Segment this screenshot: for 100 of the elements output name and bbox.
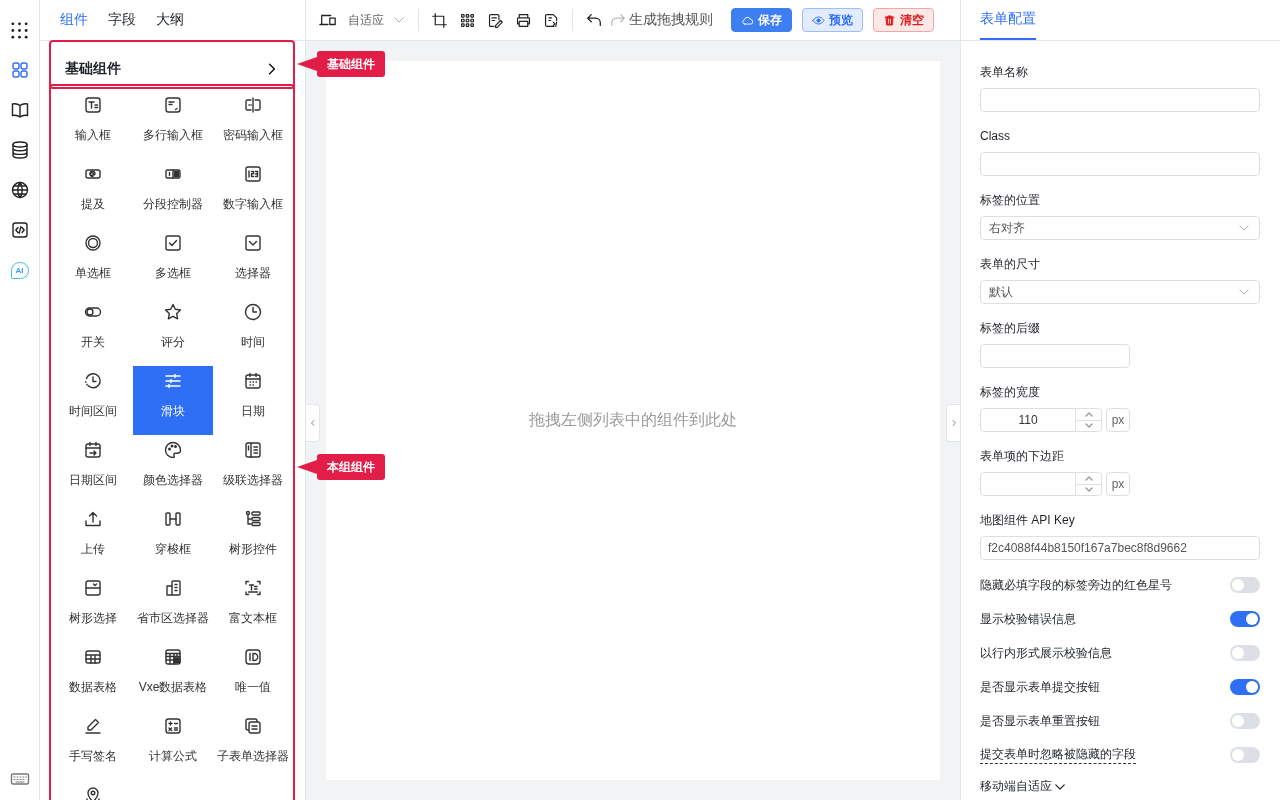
toggle-switch[interactable] xyxy=(1230,747,1260,763)
database-icon[interactable] xyxy=(9,140,30,160)
callout-label: 基础组件 xyxy=(297,51,385,77)
setting-label: 提交表单时忽略被隐藏的字段 xyxy=(980,746,1136,764)
field-label: 表单项的下边距 xyxy=(980,449,1065,463)
field-label: 表单名称 xyxy=(980,65,1029,79)
clear-button[interactable]: 清空 xyxy=(873,8,934,32)
cascader-icon xyxy=(243,440,263,460)
table-icon xyxy=(83,647,103,667)
components-icon[interactable] xyxy=(9,60,30,80)
setting-label: 以行内形式展示校验信息 xyxy=(980,644,1112,662)
component-item[interactable]: 选择器 xyxy=(213,228,293,297)
unit-label: px xyxy=(1106,408,1130,432)
toggle-switch[interactable] xyxy=(1230,713,1260,729)
component-item[interactable]: 唯一值 xyxy=(213,642,293,711)
panel-tab[interactable]: 大纲 xyxy=(156,7,184,33)
globe-icon[interactable] xyxy=(9,180,30,200)
number-field[interactable] xyxy=(980,472,1102,496)
component-item[interactable]: 时间区间 xyxy=(53,366,133,435)
component-item[interactable]: 多行输入框 xyxy=(133,90,213,159)
group-title: 基础组件 xyxy=(65,59,121,78)
component-item[interactable]: 子表单选择器 xyxy=(213,711,293,780)
component-item[interactable]: 单选框 xyxy=(53,228,133,297)
component-item[interactable]: 提及 xyxy=(53,159,133,228)
edit-icon[interactable] xyxy=(487,11,504,29)
component-item[interactable]: 日期 xyxy=(213,366,293,435)
component-item[interactable]: 树形选择 xyxy=(53,573,133,642)
stacked-pages-icon xyxy=(243,716,263,736)
increment-icon xyxy=(1084,411,1093,417)
component-item[interactable]: 数据表格 xyxy=(53,642,133,711)
field-label: 地图组件 API Key xyxy=(980,513,1076,527)
config-tab[interactable]: 表单配置 xyxy=(980,10,1036,40)
component-item[interactable]: 富文本框 xyxy=(213,573,293,642)
save-button[interactable]: 保存 xyxy=(731,8,792,32)
text-field[interactable] xyxy=(980,344,1130,368)
building-icon xyxy=(163,578,183,598)
script-icon[interactable] xyxy=(543,11,560,29)
dropdown-icon xyxy=(243,233,263,253)
code-icon[interactable] xyxy=(9,220,30,240)
crop-icon[interactable] xyxy=(431,11,448,29)
toggle-switch[interactable] xyxy=(1230,577,1260,593)
component-item[interactable]: 日期区间 xyxy=(53,435,133,504)
select-field[interactable]: 右对齐 xyxy=(980,216,1260,240)
component-item[interactable]: 手写签名 xyxy=(53,711,133,780)
pencil-icon xyxy=(83,716,103,736)
textarea-icon xyxy=(163,95,183,115)
toggle-switch[interactable] xyxy=(1230,679,1260,695)
component-item[interactable]: 密码输入框 xyxy=(213,90,293,159)
component-item[interactable]: 穿梭框 xyxy=(133,504,213,573)
undo-icon[interactable] xyxy=(585,11,603,29)
text-field[interactable] xyxy=(980,152,1260,176)
mobile-adapt-toggle[interactable]: 移动端自适应 xyxy=(980,778,1260,795)
number-field[interactable]: 110 xyxy=(980,408,1102,432)
component-item[interactable]: 省市区选择器 xyxy=(133,573,213,642)
select-field[interactable]: 默认 xyxy=(980,280,1260,304)
component-item[interactable]: 开关 xyxy=(53,297,133,366)
calendar-icon xyxy=(243,371,263,391)
tree-icon xyxy=(243,509,263,529)
history-clock-icon xyxy=(83,371,103,391)
tree-select-icon xyxy=(83,578,103,598)
component-item[interactable]: 输入框 xyxy=(53,90,133,159)
group-header[interactable]: 基础组件 xyxy=(51,50,294,87)
field-label: 标签的后缀 xyxy=(980,321,1041,335)
component-item[interactable]: 时间 xyxy=(213,297,293,366)
component-item[interactable]: Vxe数据表格 xyxy=(133,642,213,711)
component-item[interactable]: 滑块 xyxy=(133,366,213,435)
printer-icon[interactable] xyxy=(515,11,532,29)
text-field[interactable] xyxy=(980,88,1260,112)
map-pin-icon xyxy=(83,785,103,800)
drop-hint: 拖拽左侧列表中的组件到此处 xyxy=(529,410,737,430)
component-item[interactable]: 树形控件 xyxy=(213,504,293,573)
preview-button[interactable]: 预览 xyxy=(802,8,863,32)
rich-text-icon xyxy=(243,578,263,598)
grid-icon[interactable] xyxy=(459,11,476,29)
component-item[interactable]: 数字输入框 xyxy=(213,159,293,228)
trash-icon xyxy=(883,13,896,27)
number-field-icon xyxy=(243,164,263,184)
panel-tab[interactable]: 字段 xyxy=(108,7,136,33)
clock-icon xyxy=(243,302,263,322)
device-select[interactable]: 自适应 xyxy=(348,11,406,29)
component-item[interactable]: 级联选择器 xyxy=(213,435,293,504)
setting-label: 显示校验错误信息 xyxy=(980,610,1076,628)
component-item[interactable]: 多选框 xyxy=(133,228,213,297)
component-item[interactable]: 颜色选择器 xyxy=(133,435,213,504)
book-icon[interactable] xyxy=(9,100,30,120)
apps-icon[interactable] xyxy=(10,20,29,40)
panel-tab[interactable]: 组件 xyxy=(60,7,88,33)
text-field[interactable]: f2c4088f44b8150f167a7bec8f8d9662 xyxy=(980,536,1260,560)
increment-icon xyxy=(1084,475,1093,481)
component-item[interactable]: 评分 xyxy=(133,297,213,366)
setting-label: 是否显示表单提交按钮 xyxy=(980,678,1100,696)
component-item[interactable]: 上传 xyxy=(53,504,133,573)
component-item[interactable]: 分段控制器 xyxy=(133,159,213,228)
toggle-switch[interactable] xyxy=(1230,645,1260,661)
radio-icon xyxy=(83,233,103,253)
generate-rules-link[interactable]: 生成拖拽规则 xyxy=(629,11,713,29)
toggle-switch[interactable] xyxy=(1230,611,1260,627)
component-item[interactable]: 计算公式 xyxy=(133,711,213,780)
calculator-icon xyxy=(163,716,183,736)
eye-icon xyxy=(812,13,825,27)
